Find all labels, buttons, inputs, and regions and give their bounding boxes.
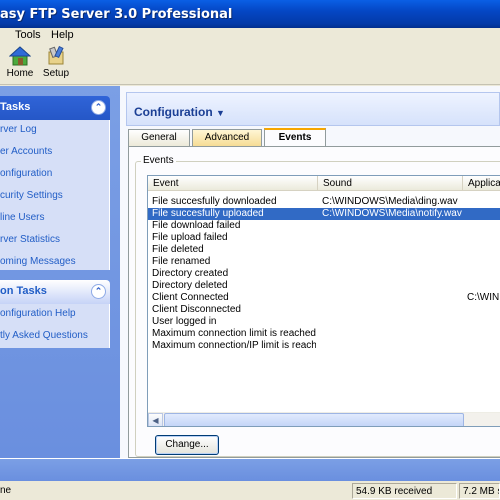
cell-event: File succesfully uploaded [152,208,264,219]
table-row[interactable]: File download failed [148,220,500,232]
table-row[interactable]: User logged in [148,316,500,328]
tasks-list: rver Log er Accounts onfiguration curity… [0,120,110,270]
setup-label: Setup [42,68,70,79]
column-application[interactable]: Applica [463,176,500,191]
configuration-title: Configuration ▼ [134,105,225,119]
task-configuration[interactable]: onfiguration [0,168,52,179]
status-sent: 7.2 MB s [459,483,500,499]
cell-event: User logged in [152,316,217,327]
column-sound[interactable]: Sound [318,176,463,191]
cell-event: Client Disconnected [152,304,241,315]
task-configuration-help[interactable]: onfiguration Help [0,308,76,319]
scrollbar-thumb[interactable] [164,413,464,426]
setup-button[interactable]: Setup [38,45,74,84]
tasks-title: Tasks [0,101,31,113]
cell-event: File deleted [152,244,204,255]
configuration-header[interactable]: Configuration ▼ [126,92,500,126]
task-pane-footer [0,459,500,481]
task-server-log[interactable]: rver Log [0,124,37,135]
table-row[interactable]: File deleted [148,244,500,256]
cell-event: File renamed [152,256,211,267]
info-tasks-title: on Tasks [0,285,47,297]
home-button[interactable]: Home [2,46,38,84]
change-button[interactable]: Change... [155,435,219,455]
tab-general[interactable]: General [128,129,190,146]
task-security-settings[interactable]: curity Settings [0,190,63,201]
cell-app: C:\WIN [467,292,500,303]
horizontal-scrollbar[interactable]: ◀ [148,412,500,426]
status-received: 54.9 KB received [352,483,457,499]
table-row[interactable]: Maximum connection limit is reached [148,328,500,340]
dropdown-arrow-icon: ▼ [216,108,225,118]
table-row[interactable]: Directory deleted [148,280,500,292]
tasks-header[interactable]: Tasks ⌃ [0,96,110,120]
task-server-statistics[interactable]: rver Statistics [0,234,60,245]
main-pane: Configuration ▼ General Advanced Events … [120,86,500,458]
status-bar: ne 54.9 KB received 7.2 MB s [0,458,500,500]
table-row[interactable]: File succesfully uploaded C:\WINDOWS\Medi… [148,208,500,220]
task-faq[interactable]: tly Asked Questions [0,330,88,341]
column-event[interactable]: Event [148,176,318,191]
cell-event: File upload failed [152,232,228,243]
cell-event: File succesfully downloaded [152,196,277,207]
cell-event: Maximum connection limit is reached [152,328,316,339]
table-row[interactable]: Client Connected C:\WIN [148,292,500,304]
home-icon [8,46,32,66]
home-label: Home [6,68,34,79]
table-row[interactable]: File renamed [148,256,500,268]
cell-event: File download failed [152,220,241,231]
table-row[interactable]: Directory created [148,268,500,280]
setup-icon [45,45,67,66]
tab-strip: General Advanced Events [128,128,500,147]
cell-event: Maximum connection/IP limit is reached [152,340,316,351]
collapse-up-icon[interactable]: ⌃ [91,100,106,115]
task-incoming-messages[interactable]: oming Messages [0,256,76,267]
toolbar: Home Setup [0,44,500,85]
events-list[interactable]: Event Sound Applica File succesfully dow… [147,175,500,427]
collapse-up-icon[interactable]: ⌃ [91,284,106,299]
tab-advanced[interactable]: Advanced [192,129,262,146]
cell-event: Client Connected [152,292,229,303]
cell-sound: C:\WINDOWS\Media\ding.wav [322,196,458,207]
events-tab-panel: Events Event Sound Applica File succesfu… [128,146,500,458]
events-list-header: Event Sound Applica [148,176,500,191]
scroll-left-icon[interactable]: ◀ [148,413,163,426]
cell-sound: C:\WINDOWS\Media\notify.wav [322,208,462,219]
window-title: asy FTP Server 3.0 Professional [0,7,233,22]
status-text: ne [0,485,12,496]
tab-events[interactable]: Events [264,128,326,147]
info-tasks-list: onfiguration Help tly Asked Questions [0,304,110,348]
task-user-accounts[interactable]: er Accounts [0,146,52,157]
menu-bar: Tools Help [0,28,500,44]
task-online-users[interactable]: line Users [0,212,44,223]
menu-help[interactable]: Help [51,29,74,41]
cell-event: Directory deleted [152,280,228,291]
events-group-label: Events [141,155,176,166]
cell-event: Directory created [152,268,229,279]
table-row[interactable]: Maximum connection/IP limit is reached [148,340,500,352]
title-bar[interactable]: asy FTP Server 3.0 Professional [0,0,500,28]
menu-tools[interactable]: Tools [15,29,41,41]
table-row[interactable]: Client Disconnected [148,304,500,316]
info-tasks-header[interactable]: on Tasks ⌃ [0,280,110,304]
table-row[interactable]: File succesfully downloaded C:\WINDOWS\Me… [148,196,500,208]
table-row[interactable]: File upload failed [148,232,500,244]
task-pane: Tasks ⌃ rver Log er Accounts onfiguratio… [0,86,120,458]
